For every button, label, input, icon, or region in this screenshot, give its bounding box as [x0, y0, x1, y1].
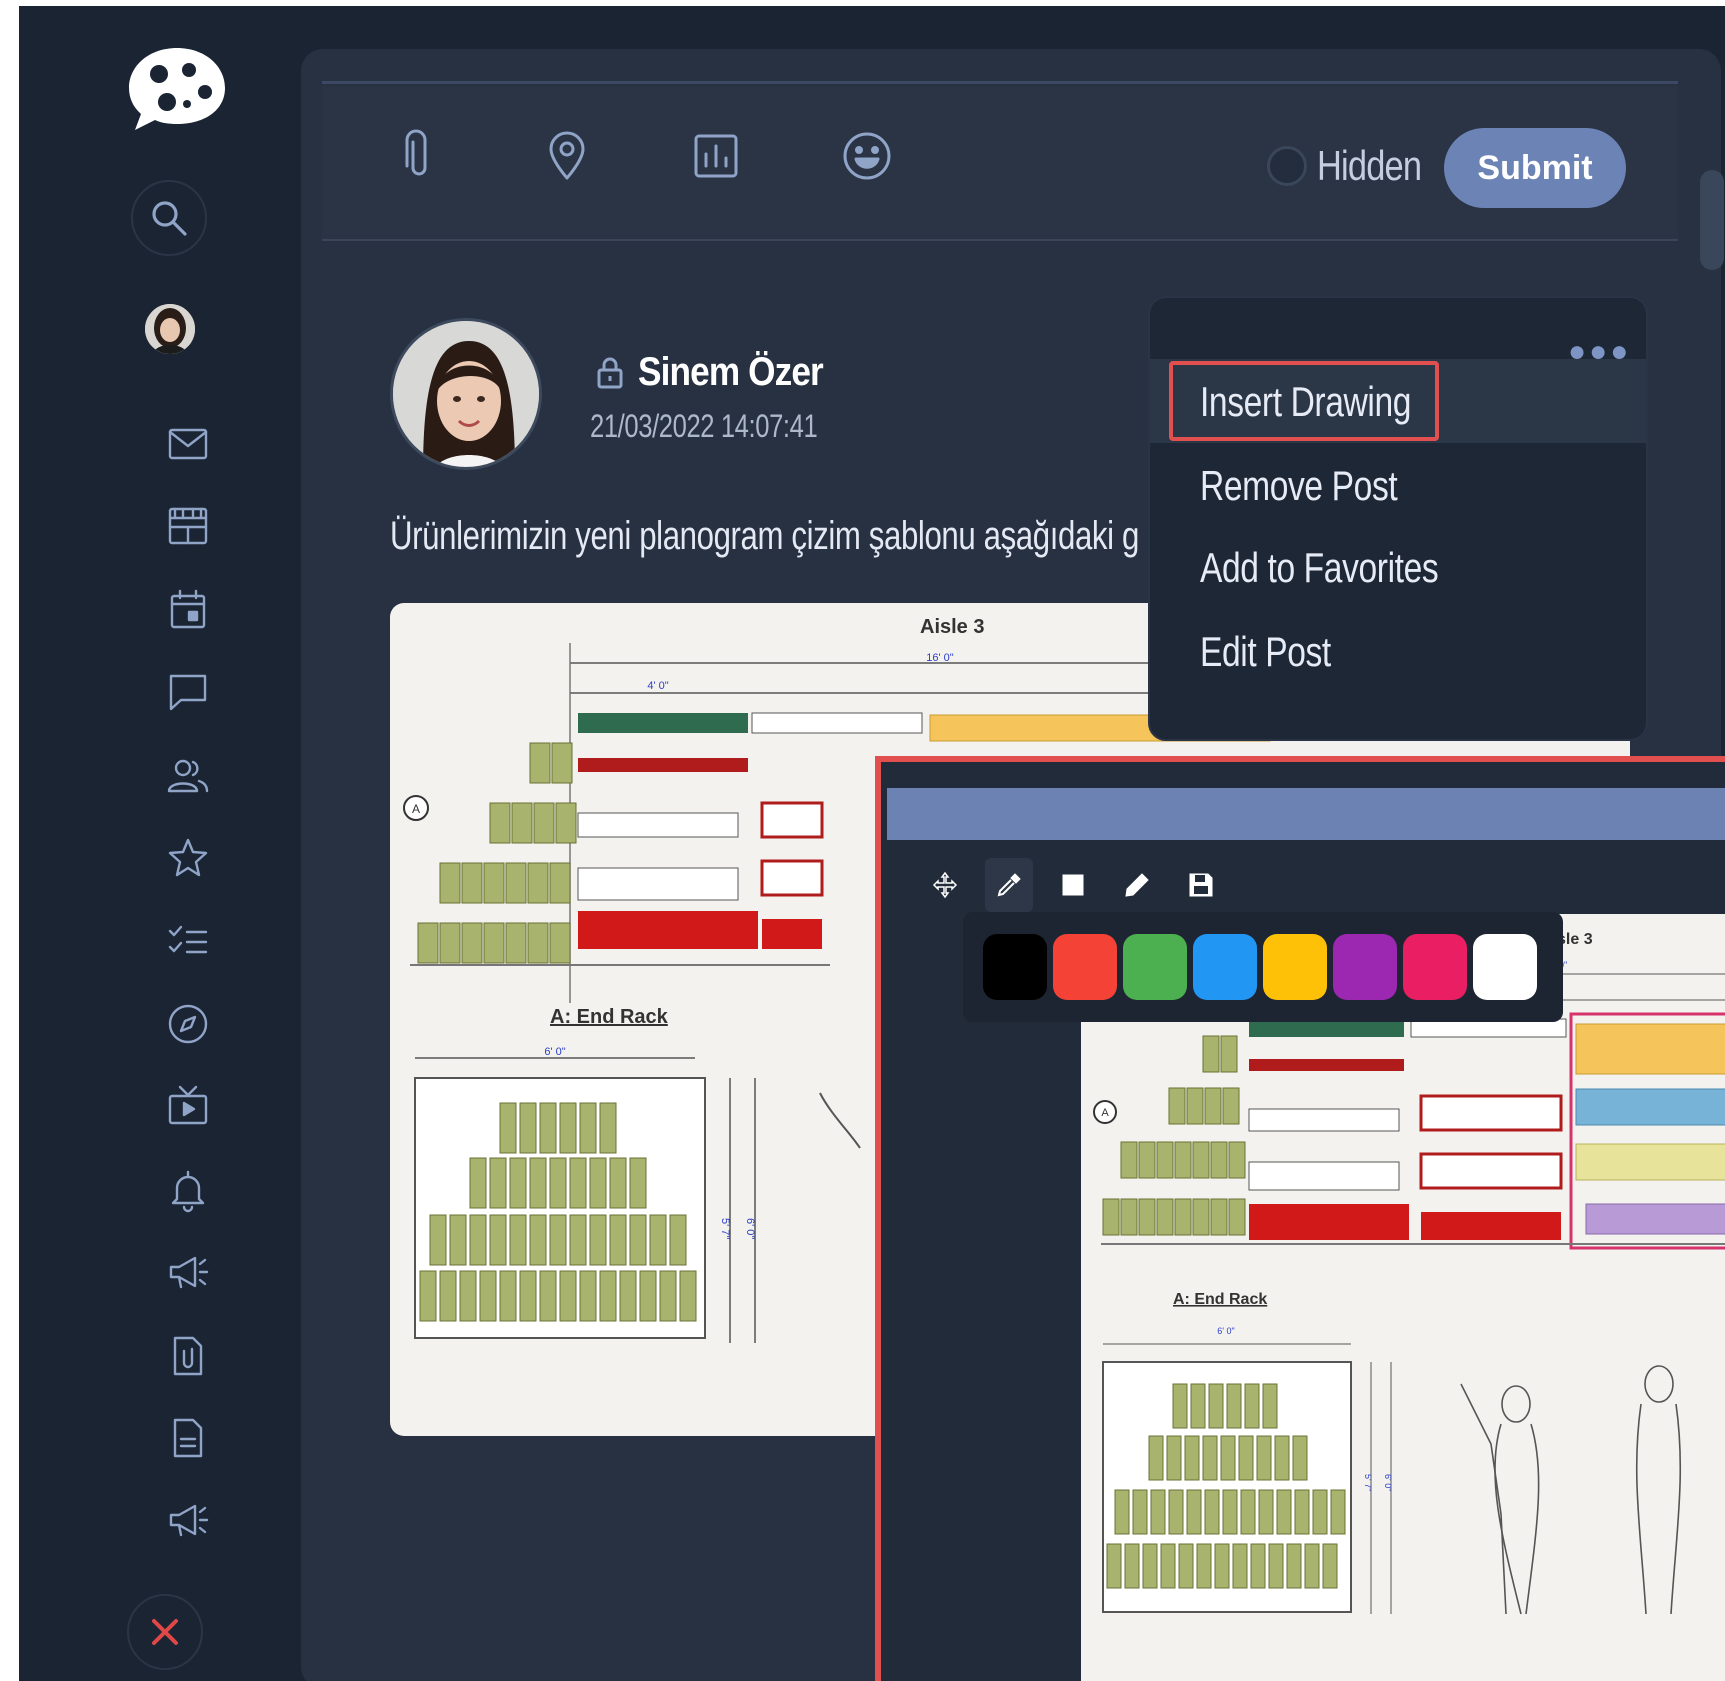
- mail-icon: [168, 428, 208, 460]
- lock-icon: [596, 356, 624, 390]
- planogram-aisle-label: Aisle 3: [920, 616, 984, 638]
- people-icon: [167, 759, 209, 793]
- divider: [322, 81, 1678, 84]
- planogram-height-1: 5' 7": [719, 1218, 731, 1239]
- scrollbar-thumb[interactable]: [1700, 170, 1724, 270]
- sidebar-item-calendar[interactable]: [141, 580, 235, 640]
- save-icon: [1189, 873, 1213, 897]
- search-button[interactable]: [131, 180, 207, 256]
- post-date: 21/03/2022 14:07:41: [590, 408, 818, 444]
- profile-avatar[interactable]: [145, 304, 195, 354]
- emoji-button[interactable]: [837, 126, 897, 186]
- bell-icon: [171, 1170, 205, 1213]
- move-tool[interactable]: [921, 858, 969, 912]
- sidebar-item-documents[interactable]: [141, 1408, 235, 1468]
- canvas-end-rack-width: 6' 0": [1217, 1326, 1234, 1336]
- color-swatch-purple[interactable]: [1333, 934, 1397, 1000]
- canvas-height-1: 5' 7": [1363, 1474, 1373, 1491]
- profile-avatar-image: [145, 304, 195, 354]
- app-logo-icon[interactable]: [125, 44, 229, 134]
- sidebar-item-campaigns[interactable]: [141, 1490, 235, 1550]
- drawing-canvas[interactable]: Aisle 3 16' 0": [1081, 914, 1725, 1681]
- color-swatch-yellow[interactable]: [1263, 934, 1327, 1000]
- sidebar-item-tasks[interactable]: [141, 912, 235, 972]
- sidebar: [19, 6, 319, 1681]
- drawing-toolbar: [921, 858, 1225, 912]
- app-window: Hidden Submit Sinem Özer 21/03/2022 14:0…: [19, 6, 1725, 1681]
- megaphone-icon: [169, 1256, 209, 1289]
- eyedropper-icon: [997, 873, 1021, 897]
- location-button[interactable]: [537, 126, 597, 186]
- paperclip-icon: [405, 129, 427, 176]
- tv-play-icon: [168, 1085, 208, 1125]
- map-pin-icon: [549, 131, 585, 180]
- megaphone-icon: [169, 1504, 209, 1537]
- rectangle-icon: [1062, 874, 1084, 896]
- post-body: Ürünlerimizin yeni planogram çizim şablo…: [390, 514, 1139, 558]
- submit-button[interactable]: Submit: [1444, 128, 1626, 208]
- compass-icon: [168, 1004, 208, 1044]
- attach-button[interactable]: [389, 126, 449, 186]
- sidebar-item-announcements[interactable]: [141, 1242, 235, 1302]
- rectangle-tool[interactable]: [1049, 858, 1097, 912]
- menu-item-edit-post[interactable]: Edit Post: [1200, 628, 1331, 676]
- sidebar-item-board[interactable]: [141, 496, 235, 556]
- sidebar-item-messages[interactable]: [141, 662, 235, 722]
- sidebar-item-explore[interactable]: [141, 994, 235, 1054]
- drawing-canvas-planogram: Aisle 3 16' 0": [1093, 931, 1725, 1615]
- hidden-radio[interactable]: [1267, 146, 1307, 186]
- canvas-height-2: 6' 0": [1383, 1474, 1393, 1491]
- close-button[interactable]: [127, 1594, 203, 1670]
- planogram-height-2: 6' 0": [744, 1218, 756, 1239]
- smiley-icon: [843, 132, 891, 180]
- attachment-file-icon: [173, 1336, 203, 1376]
- sidebar-item-media[interactable]: [141, 1076, 235, 1136]
- calendar-icon: [170, 589, 206, 629]
- checklist-icon: [168, 925, 208, 954]
- hidden-label: Hidden: [1317, 142, 1422, 189]
- color-swatch-white[interactable]: [1473, 934, 1537, 1000]
- planogram-marker: A: [412, 802, 420, 816]
- search-icon: [152, 201, 187, 236]
- document-icon: [173, 1418, 203, 1458]
- color-swatch-pink[interactable]: [1403, 934, 1467, 1000]
- pencil-icon: [1125, 873, 1149, 897]
- author-avatar[interactable]: [390, 318, 542, 470]
- planogram-end-rack-width: 6' 0": [544, 1046, 565, 1058]
- planogram-aisle-width: 16' 0": [926, 652, 954, 664]
- pencil-tool[interactable]: [1113, 858, 1161, 912]
- canvas-marker: A: [1101, 1107, 1109, 1119]
- color-swatch-red[interactable]: [1053, 934, 1117, 1000]
- poll-button[interactable]: [686, 126, 746, 186]
- save-tool[interactable]: [1177, 858, 1225, 912]
- sidebar-item-mail[interactable]: [141, 414, 235, 474]
- sidebar-item-files[interactable]: [141, 1326, 235, 1386]
- color-swatch-black[interactable]: [983, 934, 1047, 1000]
- planogram-section-width: 4' 0": [647, 680, 668, 692]
- chart-icon: [694, 134, 738, 178]
- menu-item-remove-post[interactable]: Remove Post: [1200, 462, 1398, 510]
- screenshot-frame: Hidden Submit Sinem Özer 21/03/2022 14:0…: [0, 0, 1725, 1681]
- post-author[interactable]: Sinem Özer: [638, 350, 824, 395]
- planogram-end-rack-label: A: End Rack: [550, 1006, 669, 1028]
- drawing-editor: Aisle 3 16' 0": [875, 756, 1725, 1681]
- eyedropper-tool[interactable]: [985, 858, 1033, 912]
- color-swatch-blue[interactable]: [1193, 934, 1257, 1000]
- menu-item-add-to-favorites[interactable]: Add to Favorites: [1200, 544, 1439, 592]
- close-icon: [152, 1619, 178, 1645]
- move-arrows-icon: [932, 871, 958, 899]
- author-photo: [393, 321, 539, 467]
- chat-icon: [169, 674, 207, 711]
- color-swatch-green[interactable]: [1123, 934, 1187, 1000]
- board-icon: [168, 507, 208, 545]
- star-icon: [168, 838, 208, 877]
- drawing-editor-header: [887, 788, 1725, 840]
- sidebar-item-people[interactable]: [141, 746, 235, 806]
- color-palette: [963, 912, 1563, 1022]
- sidebar-item-notifications[interactable]: [141, 1160, 235, 1220]
- sidebar-item-favorites[interactable]: [141, 828, 235, 888]
- hidden-toggle[interactable]: Hidden: [1267, 142, 1444, 190]
- canvas-end-rack-label: A: End Rack: [1173, 1291, 1267, 1308]
- highlight-annotation-box: [1169, 361, 1439, 441]
